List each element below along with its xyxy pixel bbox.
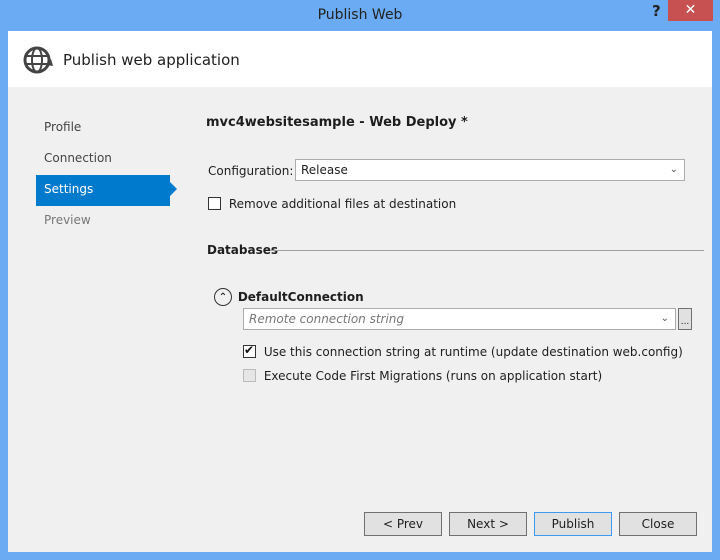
remove-files-checkbox[interactable] <box>208 197 221 210</box>
nav-item-settings[interactable]: Settings <box>36 175 177 206</box>
dialog-body: Publish web application Profile Connecti… <box>8 31 712 552</box>
chevron-down-icon: ⌄ <box>669 164 678 175</box>
prev-button[interactable]: < Prev <box>364 512 442 536</box>
connection-string-combobox[interactable]: Remote connection string ⌄ <box>243 308 676 330</box>
publish-button[interactable]: Publish <box>534 512 612 536</box>
nav-item-profile[interactable]: Profile <box>36 113 170 144</box>
header-title: Publish web application <box>63 51 240 69</box>
use-at-runtime-label: Use this connection string at runtime (u… <box>263 344 683 359</box>
help-button[interactable]: ? <box>652 2 661 20</box>
section-divider <box>270 250 704 251</box>
wizard-nav: Profile Connection Settings Preview <box>36 113 177 237</box>
profile-title: mvc4websitesample - Web Deploy * <box>206 115 468 130</box>
migrations-checkbox <box>243 369 256 382</box>
window-close-button[interactable]: ✕ <box>668 0 713 21</box>
title-bar: Publish Web ? ✕ <box>0 0 720 31</box>
window-title: Publish Web <box>317 7 403 23</box>
next-button[interactable]: Next > <box>449 512 527 536</box>
configuration-label: Configuration: <box>208 164 294 178</box>
configuration-value: Release <box>301 163 348 177</box>
use-at-runtime-option[interactable]: Use this connection string at runtime (u… <box>243 343 683 359</box>
collapse-chevron-up-icon[interactable]: ⌃ <box>214 288 232 306</box>
dialog-header: Publish web application <box>8 31 712 87</box>
migrations-option: Execute Code First Migrations (runs on a… <box>243 368 602 383</box>
migrations-label: Execute Code First Migrations (runs on a… <box>263 368 603 383</box>
databases-heading: Databases <box>207 243 279 257</box>
use-at-runtime-checkbox[interactable] <box>243 343 256 358</box>
configuration-select[interactable]: Release ⌄ <box>295 159 685 181</box>
remove-files-label: Remove additional files at destination <box>228 196 457 211</box>
close-button[interactable]: Close <box>619 512 697 536</box>
browse-button[interactable]: ... <box>678 308 692 330</box>
chevron-down-icon: ⌄ <box>660 313 669 324</box>
connection-header[interactable]: ⌃ DefaultConnection <box>214 288 364 306</box>
nav-item-connection[interactable]: Connection <box>36 144 170 175</box>
nav-item-preview[interactable]: Preview <box>36 206 170 237</box>
connection-name: DefaultConnection <box>237 290 364 304</box>
connection-string-placeholder: Remote connection string <box>249 312 405 326</box>
remove-files-option[interactable]: Remove additional files at destination <box>208 196 456 211</box>
globe-publish-icon <box>23 46 53 74</box>
